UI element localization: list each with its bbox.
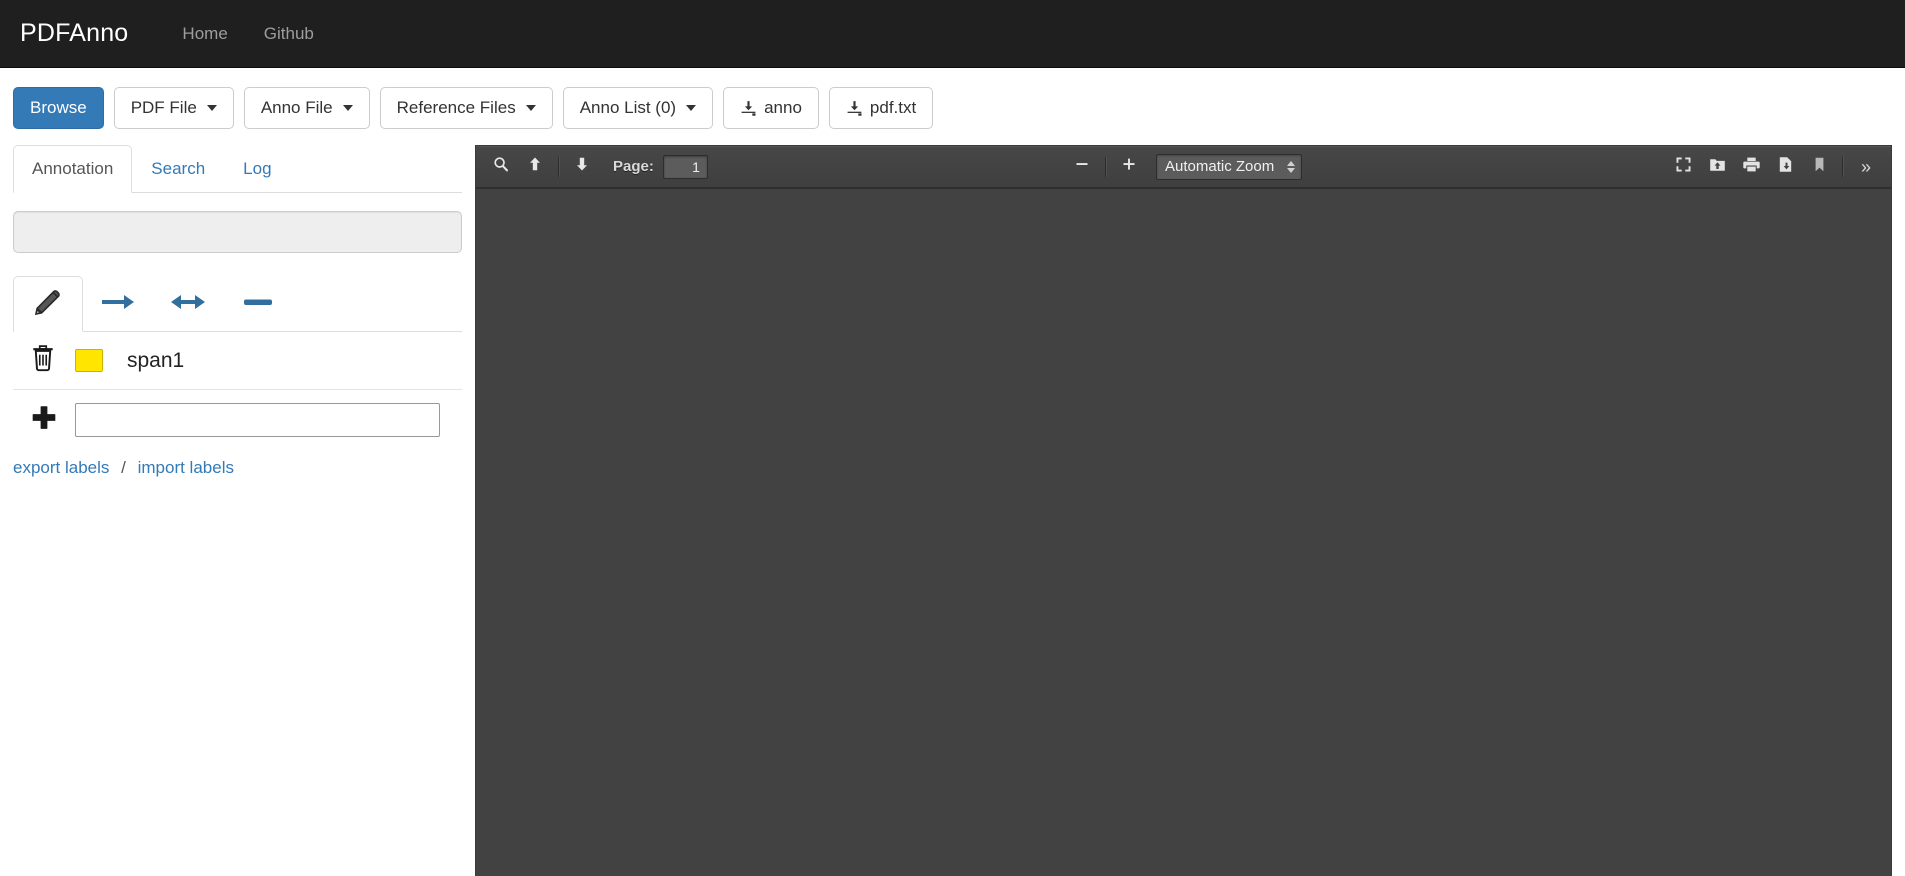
chevron-down-icon <box>342 105 353 112</box>
pdf-file-label: PDF File <box>130 98 197 117</box>
browse-button-label: Browse <box>30 98 87 117</box>
anno-file-dropdown[interactable]: Anno File <box>243 87 370 130</box>
pdf-toolbar-left: Page: <box>484 153 708 181</box>
minus-icon <box>1074 156 1090 177</box>
tab-log[interactable]: Log <box>224 145 290 193</box>
add-label-button[interactable] <box>13 404 75 437</box>
page-number-label: Page: <box>613 158 654 176</box>
label-color-swatch[interactable] <box>75 349 103 373</box>
anno-file-label: Anno File <box>260 98 333 117</box>
pdf-page-container[interactable] <box>476 188 1891 876</box>
arrow-left-right-icon <box>169 290 207 319</box>
search-icon <box>493 156 509 177</box>
sidebar-tabs: Annotation Search Log <box>13 145 462 194</box>
chevron-down-icon <box>686 105 697 112</box>
export-labels-link[interactable]: export labels <box>13 458 109 477</box>
zoom-out-button[interactable] <box>1067 153 1097 181</box>
bookmark-icon <box>1811 156 1828 178</box>
label-io-links: export labels / import labels <box>13 450 462 478</box>
printer-icon <box>1742 156 1760 178</box>
link-tool-tab[interactable] <box>223 276 293 332</box>
tab-annotation-label: Annotation <box>32 159 114 178</box>
pdf-viewer: Page: 1 Automatic Zoom » <box>475 145 1892 876</box>
presentation-mode-button[interactable] <box>1668 153 1698 181</box>
pencil-icon <box>33 287 63 322</box>
relation-oneway-tool-tab[interactable] <box>83 276 153 332</box>
new-label-input[interactable] <box>75 403 440 438</box>
pdf-viewer-toolbar: Page: 1 Automatic Zoom » <box>476 146 1891 189</box>
annotation-text-field <box>13 211 462 254</box>
nav-link-github[interactable]: Github <box>246 24 332 44</box>
toolbar-divider <box>1105 156 1106 177</box>
chevron-down-icon <box>206 105 217 112</box>
toolbar-divider <box>1842 156 1843 177</box>
plus-icon <box>30 404 58 437</box>
arrow-down-icon <box>574 156 590 177</box>
arrow-right-icon <box>100 290 136 319</box>
browse-button[interactable]: Browse <box>13 87 104 130</box>
download-icon <box>740 100 757 117</box>
span-tool-tab[interactable] <box>13 276 83 333</box>
previous-page-button[interactable] <box>520 153 550 181</box>
open-file-button[interactable] <box>1702 153 1732 181</box>
fullscreen-icon <box>1675 156 1692 178</box>
label-name: span1 <box>127 349 185 373</box>
trash-icon <box>30 344 56 377</box>
chevron-down-icon <box>525 105 536 112</box>
link-separator: / <box>121 458 126 478</box>
anno-list-dropdown[interactable]: Anno List (0) <box>562 87 714 130</box>
import-labels-link[interactable]: import labels <box>138 458 234 477</box>
download-document-icon <box>1777 156 1794 178</box>
annotation-tool-tabs <box>13 276 462 333</box>
bookmark-button[interactable] <box>1804 153 1834 181</box>
zoom-in-button[interactable] <box>1114 153 1144 181</box>
tab-search-label: Search <box>151 159 206 178</box>
more-tools-button[interactable]: » <box>1851 153 1881 181</box>
pdf-toolbar-right: » <box>1666 153 1883 181</box>
print-button[interactable] <box>1736 153 1766 181</box>
pdf-file-dropdown[interactable]: PDF File <box>113 87 234 130</box>
tab-search[interactable]: Search <box>132 145 224 193</box>
folder-open-icon <box>1709 156 1726 178</box>
brand-logo[interactable]: PDFAnno <box>20 19 144 48</box>
zoom-select-wrapper: Automatic Zoom <box>1146 153 1302 180</box>
page-number-input[interactable] <box>662 154 708 179</box>
toolbar-divider <box>558 156 559 177</box>
relation-twoway-tool-tab[interactable] <box>153 276 223 332</box>
annotation-panel-body: span1 export labels / import labels <box>13 193 462 478</box>
label-list-item: span1 <box>13 332 462 391</box>
annotation-sidebar: Annotation Search Log span1 export label… <box>0 145 475 876</box>
tab-annotation[interactable]: Annotation <box>13 145 133 194</box>
download-icon <box>846 100 863 117</box>
next-page-button[interactable] <box>567 153 597 181</box>
add-label-row <box>13 390 462 450</box>
delete-label-button[interactable] <box>13 344 75 377</box>
zoom-select[interactable]: Automatic Zoom <box>1156 153 1302 180</box>
tab-log-label: Log <box>243 159 272 178</box>
top-navbar: PDFAnno Home Github <box>0 0 1905 68</box>
download-anno-label: anno <box>764 98 802 117</box>
main-content: Annotation Search Log span1 export label… <box>0 145 1905 876</box>
file-toolbar: Browse PDF File Anno File Reference File… <box>0 68 1905 146</box>
download-pdftxt-label: pdf.txt <box>869 98 917 117</box>
download-pdftxt-button[interactable]: pdf.txt <box>828 87 934 130</box>
anno-list-label: Anno List (0) <box>579 98 677 117</box>
nav-link-home[interactable]: Home <box>164 24 245 44</box>
reference-files-dropdown[interactable]: Reference Files <box>379 87 553 130</box>
download-button[interactable] <box>1770 153 1800 181</box>
plus-icon <box>1121 156 1137 177</box>
find-button[interactable] <box>486 153 516 181</box>
reference-files-label: Reference Files <box>396 98 516 117</box>
arrow-up-icon <box>527 156 543 177</box>
chevron-double-right-icon: » <box>1860 156 1871 177</box>
download-anno-button[interactable]: anno <box>723 87 819 130</box>
horizontal-bar-icon <box>242 290 274 319</box>
